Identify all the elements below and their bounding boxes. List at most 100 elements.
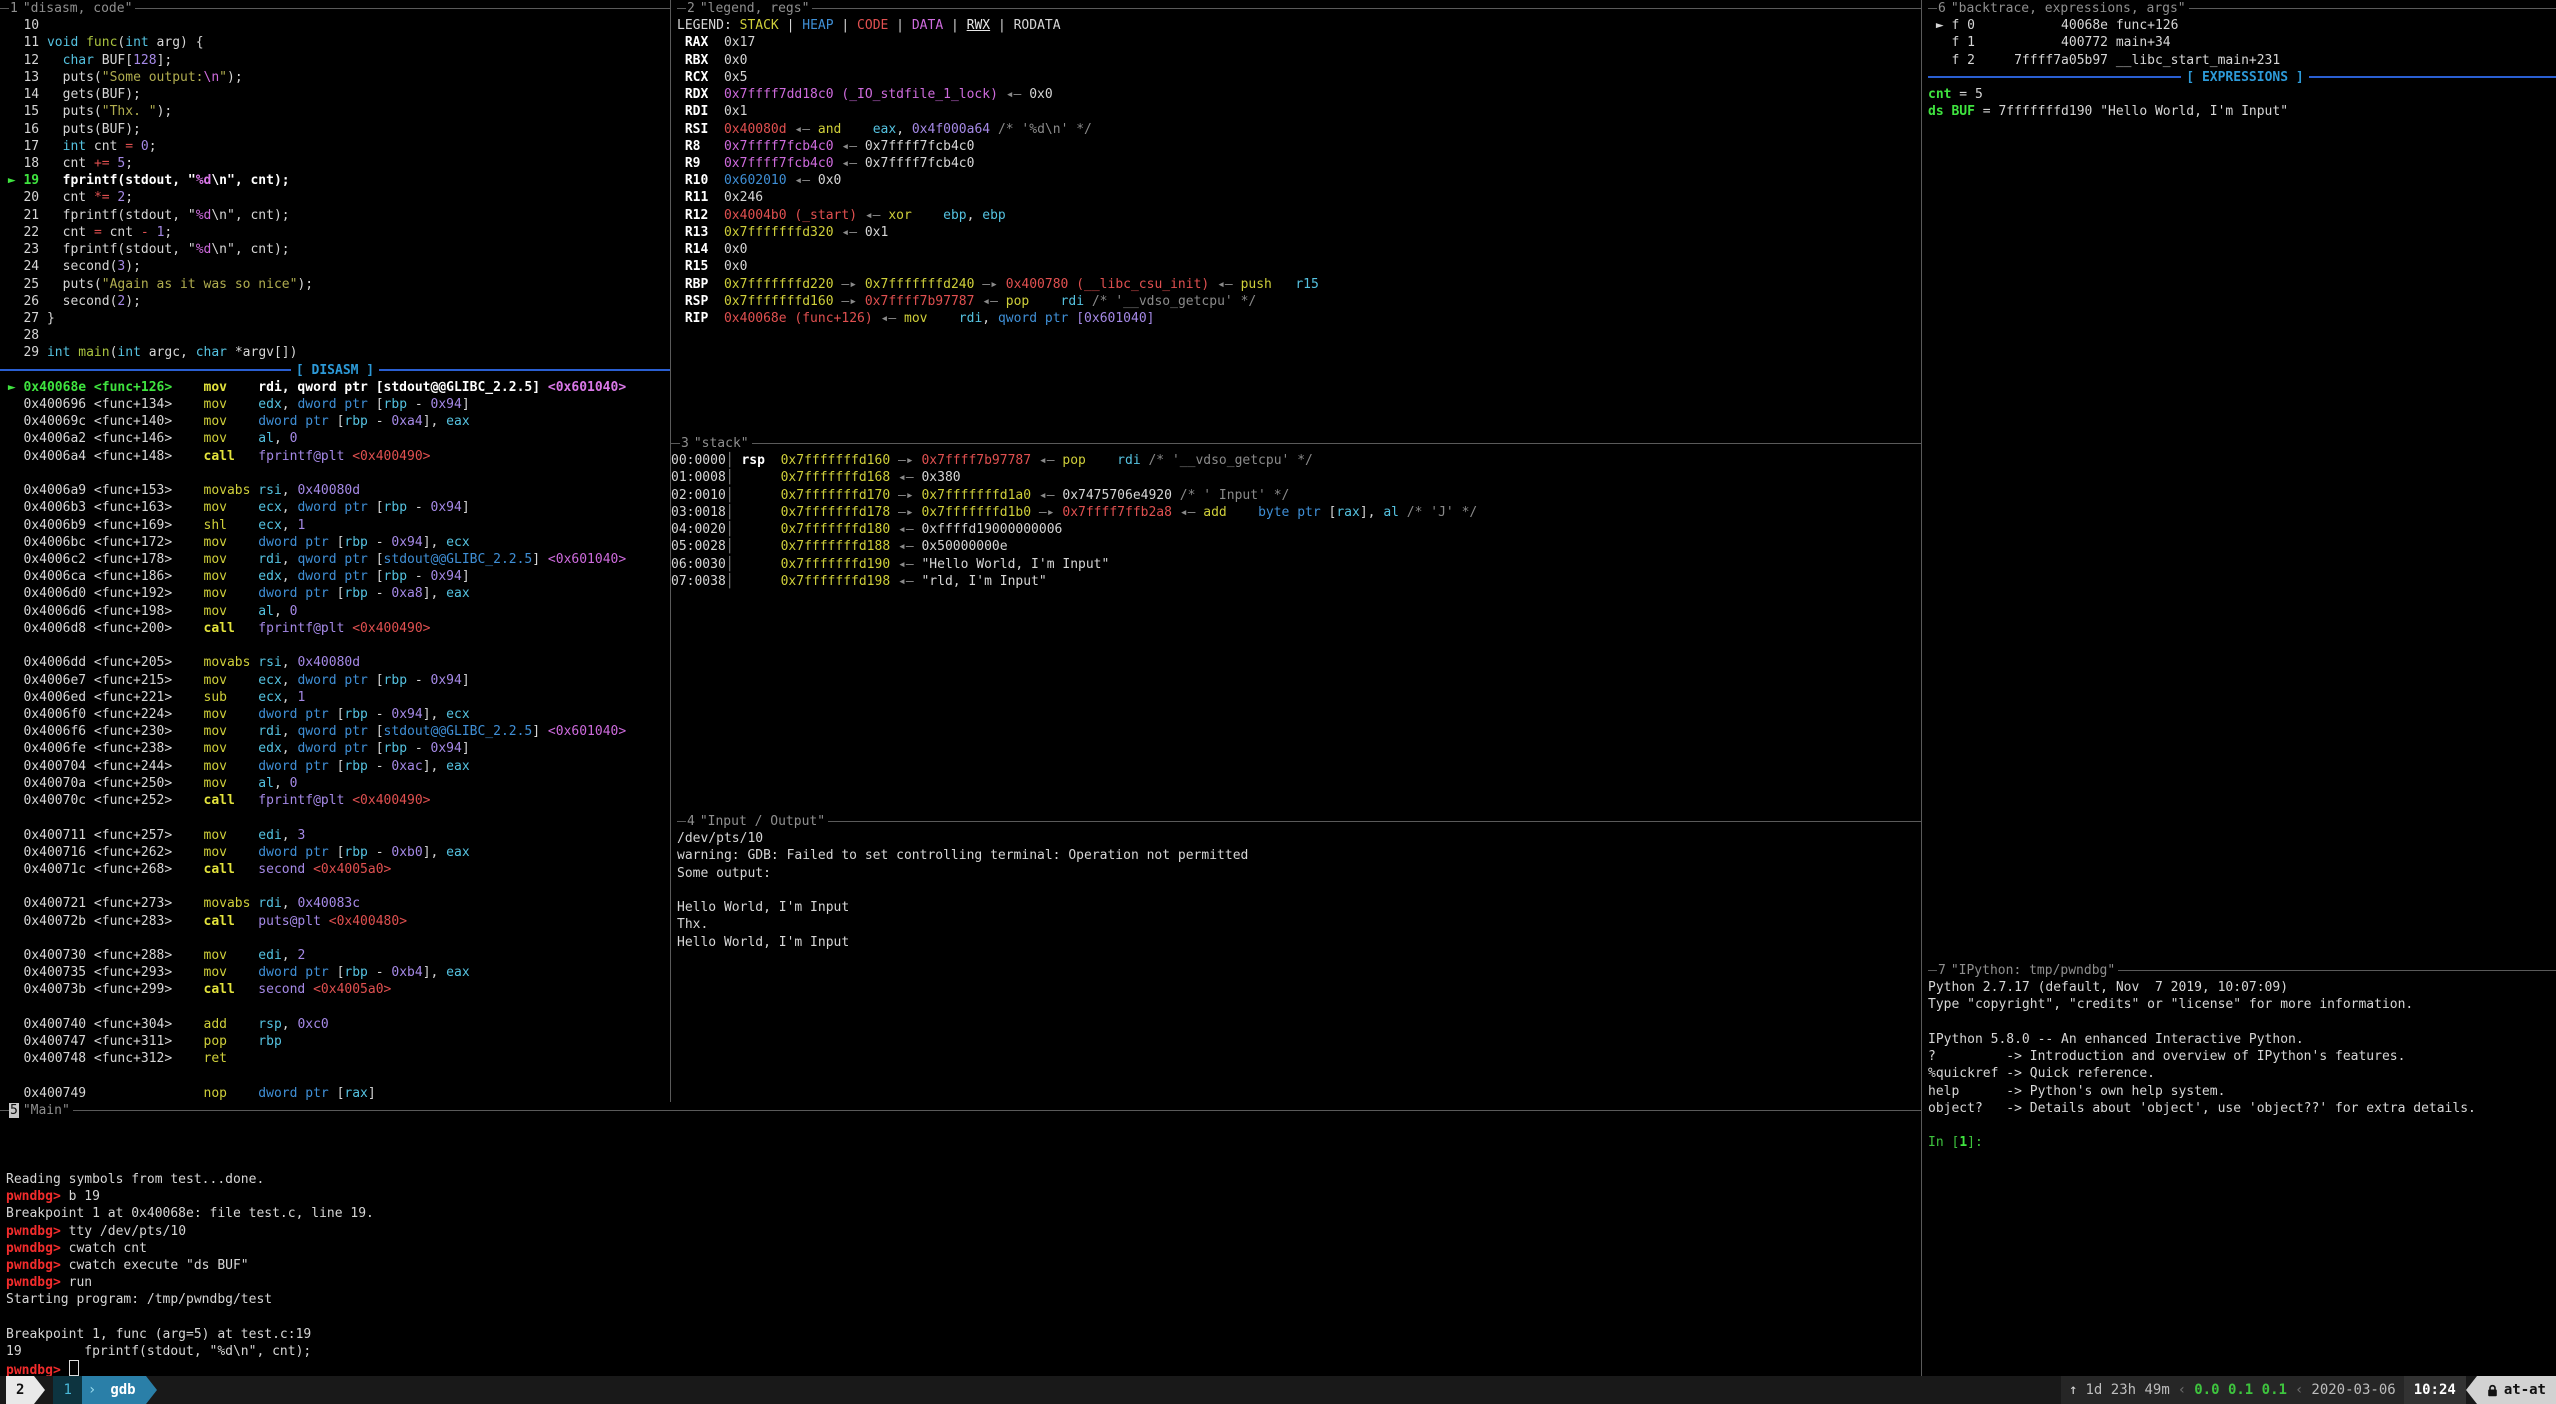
pane-stack[interactable]: 3 "stack" 00:0000│ rsp 0x7fffffffd160 —▸… [671, 435, 1921, 813]
terminal-line: 14 gets(BUF); [0, 86, 670, 103]
terminal-line: 0x4006fe <func+238> mov edx, dword ptr [… [0, 740, 670, 757]
terminal-line: Hello World, I'm Input [677, 899, 1927, 916]
pane-number: 2 [686, 1, 696, 16]
powerline-separator [34, 1376, 45, 1404]
terminal-line: 0x4006d0 <func+192> mov dword ptr [rbp -… [0, 585, 670, 602]
terminal-line: RDI 0x1 [677, 103, 1927, 120]
terminal-line: Breakpoint 1, func (arg=5) at test.c:19 [6, 1326, 1921, 1343]
pane-title-text: "stack" [690, 436, 752, 451]
terminal-line: 18 cnt += 5; [0, 155, 670, 172]
terminal-line: Breakpoint 1 at 0x40068e: file test.c, l… [6, 1205, 1921, 1222]
terminal-line [1928, 1117, 2556, 1134]
status-info-group: ↑ 1d 23h 49m ‹ 0.0 0.1 0.1 ‹ 2020-03-06 [2061, 1376, 2404, 1404]
terminal-line: pwndbg> cwatch execute "ds BUF" [6, 1257, 1921, 1274]
window-index[interactable]: 1 [53, 1376, 81, 1404]
terminal-line: 28 [0, 327, 670, 344]
terminal-line [0, 809, 670, 826]
terminal-line: RCX 0x5 [677, 69, 1927, 86]
terminal-line: pwndbg> tty /dev/pts/10 [6, 1223, 1921, 1240]
session-badge[interactable]: 2 [6, 1376, 34, 1404]
terminal-line: 12 char BUF[128]; [0, 52, 670, 69]
terminal-line: 0x4006c2 <func+178> mov rdi, qword ptr [… [0, 551, 670, 568]
terminal-line: cnt = 5 [1928, 86, 2556, 103]
border-line [2118, 970, 2556, 971]
terminal-line: R9 0x7ffff7fcb4c0 ◂— 0x7ffff7fcb4c0 [677, 155, 1927, 172]
terminal-line: 0x4006f6 <func+230> mov rdi, qword ptr [… [0, 723, 670, 740]
pane-disasm-code[interactable]: 1 "disasm, code" 10 11 void func(int arg… [0, 0, 670, 1102]
registers: LEGEND: STACK | HEAP | CODE | DATA | RWX… [677, 17, 1927, 327]
disassembly: ► 0x40068e <func+126> mov rdi, qword ptr… [0, 379, 670, 1102]
terminal-line: 0x400748 <func+312> ret [0, 1050, 670, 1067]
terminal-line: RSI 0x40080d ◂— and eax, 0x4f000a64 /* '… [677, 121, 1927, 138]
border-line [2189, 8, 2556, 9]
expressions-divider-label: [ EXPRESSIONS ] [2181, 70, 2308, 85]
border-line [752, 443, 1921, 444]
border-dash [1928, 970, 1937, 971]
terminal-line: 0x400735 <func+293> mov dword ptr [rbp -… [0, 964, 670, 981]
terminal-line: 0x4006ca <func+186> mov edx, dword ptr [… [0, 568, 670, 585]
pane-backtrace-expressions[interactable]: 6 "backtrace, expressions, args" ► f 0 4… [1922, 0, 2556, 962]
terminal-line: 0x4006b3 <func+163> mov ecx, dword ptr [… [0, 499, 670, 516]
pane-input-output[interactable]: 4 "Input / Output" /dev/pts/10warning: G… [671, 813, 1927, 1102]
terminal-line: 0x400730 <func+288> mov edi, 2 [0, 947, 670, 964]
pane-title: 7 "IPython: tmp/pwndbg" [1928, 962, 2556, 979]
terminal-line: 23 fprintf(stdout, "%d\n", cnt); [0, 241, 670, 258]
border-dash [671, 443, 680, 444]
pane-number: 6 [1937, 1, 1947, 16]
terminal-line: 19 fprintf(stdout, "%d\n", cnt); [6, 1343, 1921, 1360]
terminal-line [0, 930, 670, 947]
terminal-line [677, 882, 1927, 899]
terminal-line: RBP 0x7fffffffd220 —▸ 0x7fffffffd240 —▸ … [677, 276, 1927, 293]
ipython-console: Python 2.7.17 (default, Nov 7 2019, 10:0… [1928, 979, 2556, 1151]
terminal-line: object? -> Details about 'object', use '… [1928, 1100, 2556, 1117]
io-output: /dev/pts/10warning: GDB: Failed to set c… [677, 830, 1927, 951]
terminal-line: R11 0x246 [677, 189, 1927, 206]
pane-main-gdb-console[interactable]: 5 "Main" Reading symbols from test...don… [0, 1102, 1921, 1376]
pane-title: 2 "legend, regs" [677, 0, 1927, 17]
terminal-line: 21 fprintf(stdout, "%d\n", cnt); [0, 207, 670, 224]
window-tab-gdb[interactable]: gdb [100, 1376, 145, 1404]
terminal-line: 0x40072b <func+283> call puts@plt <0x400… [0, 913, 670, 930]
terminal-line [6, 1136, 1921, 1153]
stack-rows: 00:0000│ rsp 0x7fffffffd160 —▸ 0x7ffff7b… [671, 452, 1921, 590]
pane-legend-regs[interactable]: 2 "legend, regs" LEGEND: STACK | HEAP | … [671, 0, 1927, 435]
border-dash [0, 8, 9, 9]
terminal-line: 0x400696 <func+134> mov edx, dword ptr [… [0, 396, 670, 413]
terminal-line: 01:0008│ 0x7fffffffd168 ◂— 0x380 [671, 469, 1921, 486]
terminal-line: 27 } [0, 310, 670, 327]
border-dash [0, 1110, 9, 1111]
pane-ipython[interactable]: 7 "IPython: tmp/pwndbg" Python 2.7.17 (d… [1922, 962, 2556, 1376]
status-left: 2 1 › gdb [0, 1376, 157, 1404]
terminal-line: ► 0x40068e <func+126> mov rdi, qword ptr… [0, 379, 670, 396]
terminal-line: 0x400747 <func+311> pop rbp [0, 1033, 670, 1050]
terminal-line: 17 int cnt = 0; [0, 138, 670, 155]
terminal-line: 0x400704 <func+244> mov dword ptr [rbp -… [0, 758, 670, 775]
pane-title: 6 "backtrace, expressions, args" [1928, 0, 2556, 17]
disasm-divider-label: [ DISASM ] [291, 363, 379, 378]
terminal-line: ? -> Introduction and overview of IPytho… [1928, 1048, 2556, 1065]
border-dash [677, 821, 686, 822]
lock-icon [2487, 1384, 2498, 1397]
pane-title-text: "disasm, code" [19, 1, 136, 16]
terminal-line: 0x4006a4 <func+148> call fprintf@plt <0x… [0, 448, 670, 465]
terminal-line [6, 1309, 1921, 1326]
terminal-line: 0x40070c <func+252> call fprintf@plt <0x… [0, 792, 670, 809]
terminal-line: 07:0038│ 0x7fffffffd198 ◂— "rld, I'm Inp… [671, 573, 1921, 590]
expressions-divider: [ EXPRESSIONS ] [1928, 69, 2556, 86]
pane-number: 4 [686, 814, 696, 829]
terminal-line [6, 1119, 1921, 1136]
terminal-line: RAX 0x17 [677, 34, 1927, 51]
disasm-divider: [ DISASM ] [0, 362, 670, 379]
terminal-line: 0x4006f0 <func+224> mov dword ptr [rbp -… [0, 706, 670, 723]
terminal-line: Some output: [677, 865, 1927, 882]
pane-title-text: "Input / Output" [696, 814, 828, 829]
tmux-status-bar: 2 1 › gdb ↑ 1d 23h 49m ‹ 0.0 0.1 0.1 ‹ 2… [0, 1376, 2556, 1404]
load-average: 0.0 0.1 0.1 [2194, 1382, 2287, 1398]
pane-title: 3 "stack" [671, 435, 1921, 452]
terminal-line: 0x4006bc <func+172> mov dword ptr [rbp -… [0, 534, 670, 551]
terminal-line: In [1]: [1928, 1134, 2556, 1151]
pane-number: 3 [680, 436, 690, 451]
terminal-line: Starting program: /tmp/pwndbg/test [6, 1291, 1921, 1308]
pane-border-vertical-right [1921, 0, 1922, 1376]
terminal-line: 0x400749 nop dword ptr [rax] [0, 1085, 670, 1102]
